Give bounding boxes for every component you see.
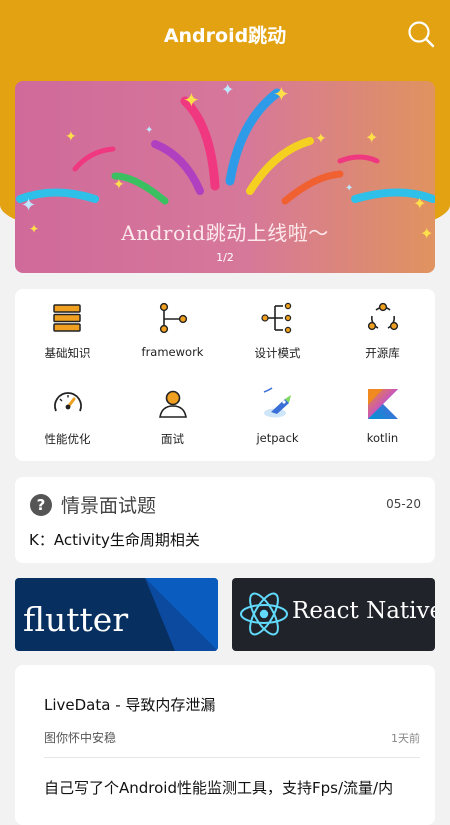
svg-text:✦: ✦ (65, 129, 77, 145)
react-native-promo-card[interactable]: React Native (232, 578, 435, 651)
react-logo-icon (240, 592, 288, 636)
category-label: 面试 (161, 432, 184, 446)
flutter-logo-text: flutter (23, 600, 129, 639)
question-date: 05-20 (386, 497, 421, 511)
category-jetpack[interactable]: jetpack (225, 375, 330, 461)
category-basics[interactable]: 基础知识 (15, 289, 120, 375)
category-performance[interactable]: 性能优化 (15, 375, 120, 461)
person-icon (158, 390, 187, 418)
article-divider (44, 757, 420, 758)
svg-text:?: ? (37, 496, 46, 514)
cycle-icon (367, 302, 398, 331)
category-design-patterns[interactable]: 设计模式 (225, 289, 330, 375)
app-title: Android跳动 (163, 24, 287, 47)
branch-icon (159, 302, 187, 334)
banner-carousel[interactable]: ✦ ✦ ✦ ✦ ✦ ✦ ✦ ✦ ✦ ✦ ✦ ✦ ✦ Android跳动上线啦～ … (15, 81, 435, 273)
category-framework[interactable]: framework (120, 289, 225, 375)
category-label: 设计模式 (254, 346, 301, 360)
category-kotlin[interactable]: kotlin (330, 375, 435, 461)
svg-text:✦: ✦ (273, 82, 290, 106)
article-title[interactable]: LiveData - 导致内存泄漏 (44, 694, 215, 715)
article-title[interactable]: 自己写了个Android性能监测工具，支持Fps/流量/内 (44, 777, 393, 798)
react-native-logo-text: React Native (292, 598, 435, 624)
svg-text:✦: ✦ (113, 177, 125, 193)
category-label: kotlin (366, 431, 399, 445)
category-label: 性能优化 (44, 432, 91, 446)
category-label: 基础知识 (44, 346, 91, 360)
category-open-source[interactable]: 开源库 (330, 289, 435, 375)
svg-text:✦: ✦ (183, 88, 200, 112)
svg-text:✦: ✦ (345, 183, 353, 194)
category-label: jetpack (256, 431, 299, 445)
svg-text:✦: ✦ (221, 81, 234, 99)
article-time: 1天前 (391, 732, 420, 745)
gauge-icon (53, 392, 82, 412)
article-feed: LiveData - 导致内存泄漏 图你怀中安稳 1天前 自己写了个Androi… (15, 665, 435, 825)
category-interview[interactable]: 面试 (120, 375, 225, 461)
question-text[interactable]: K：Activity生命周期相关 (29, 529, 200, 550)
help-circle-icon: ? (30, 494, 52, 516)
category-label: 开源库 (365, 346, 400, 360)
article-author: 图你怀中安稳 (44, 731, 117, 745)
tree-structure-icon (260, 302, 291, 334)
flutter-promo-card[interactable]: flutter (15, 578, 218, 651)
layers-icon (52, 304, 81, 332)
question-section-title: 情景面试题 (61, 495, 157, 517)
svg-text:✦: ✦ (145, 125, 153, 136)
category-grid: 基础知识 framework 设计模式 开源库 性能优化 面试 jetpack … (15, 289, 435, 461)
svg-text:✦: ✦ (365, 128, 378, 147)
kotlin-logo-icon (367, 389, 398, 419)
category-label: framework (141, 345, 204, 359)
svg-text:✦: ✦ (21, 195, 36, 216)
banner-page-indicator: 1/2 (216, 251, 234, 264)
svg-text:✦: ✦ (315, 131, 327, 147)
jetpack-logo-icon (263, 387, 291, 418)
search-icon[interactable] (406, 19, 436, 49)
svg-text:✦: ✦ (413, 194, 426, 213)
scenario-question-card[interactable]: ? 情景面试题 05-20 K：Activity生命周期相关 (15, 477, 435, 563)
banner-title: Android跳动上线啦～ (121, 221, 329, 245)
app-bar: Android跳动 (0, 0, 450, 68)
